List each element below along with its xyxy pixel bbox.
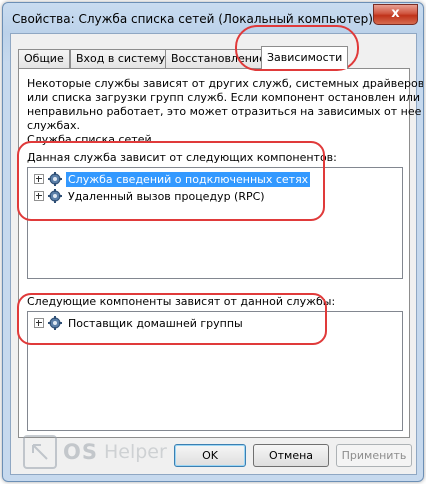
dependents-tree[interactable]: Поставщик домашней группы [27, 311, 403, 431]
tree-item[interactable]: Служба сведений о подключенных сетях [34, 171, 311, 187]
tab-strip: Общие Вход в систему Восстановление Зави… [18, 46, 408, 69]
dependents-label: Следующие компоненты зависят от данной с… [27, 295, 336, 308]
service-gear-icon [48, 189, 62, 203]
tree-item-label[interactable]: Поставщик домашней группы [66, 316, 245, 331]
depends-on-label: Данная служба зависит от следующих компо… [27, 151, 337, 164]
dialog-client-area: Общие Вход в систему Восстановление Зави… [10, 33, 424, 475]
dependencies-panel: Некоторые службы зависят от других служб… [18, 68, 424, 438]
description-text: Некоторые службы зависят от других служб… [27, 77, 424, 133]
tree-item[interactable]: Поставщик домашней группы [34, 315, 245, 331]
watermark-logo-icon [23, 435, 57, 469]
watermark-os: OS [63, 440, 98, 464]
description-line: неправильно работает, это может отразить… [27, 105, 422, 118]
tab-general[interactable]: Общие [18, 49, 70, 68]
oshelper-watermark: OS Helper [23, 432, 167, 472]
tab-dependencies[interactable]: Зависимости [261, 46, 349, 69]
ok-button[interactable]: OK [174, 444, 246, 467]
description-line: службах. [27, 119, 81, 132]
service-name: Служба списка сетей [27, 133, 152, 146]
expand-icon[interactable] [34, 174, 44, 184]
tab-recovery[interactable]: Восстановление [165, 49, 272, 68]
window-title: Свойства: Служба списка сетей (Локальный… [12, 12, 373, 26]
depends-on-tree[interactable]: Служба сведений о подключенных сетях Уда… [27, 167, 403, 279]
service-gear-icon [48, 172, 62, 186]
tree-item[interactable]: Удаленный вызов процедур (RPC) [34, 188, 267, 204]
description-line: Некоторые службы зависят от других служб… [27, 77, 424, 90]
tree-item-label[interactable]: Служба сведений о подключенных сетях [66, 171, 311, 187]
description-line: или списка загрузки групп служб. Если ко… [27, 91, 421, 104]
close-button[interactable]: x [373, 4, 418, 25]
tree-item-label[interactable]: Удаленный вызов процедур (RPC) [66, 189, 267, 204]
watermark-helper: Helper [103, 441, 167, 463]
title-bar[interactable]: Свойства: Служба списка сетей (Локальный… [3, 3, 423, 33]
tab-logon[interactable]: Вход в систему [70, 49, 172, 68]
cursor-arrow-icon [32, 444, 48, 460]
properties-window: Свойства: Служба списка сетей (Локальный… [2, 2, 424, 482]
apply-button[interactable]: Применить [336, 444, 412, 467]
service-gear-icon [48, 316, 62, 330]
cancel-button[interactable]: Отмена [253, 444, 329, 467]
expand-icon[interactable] [34, 318, 44, 328]
expand-icon[interactable] [34, 191, 44, 201]
